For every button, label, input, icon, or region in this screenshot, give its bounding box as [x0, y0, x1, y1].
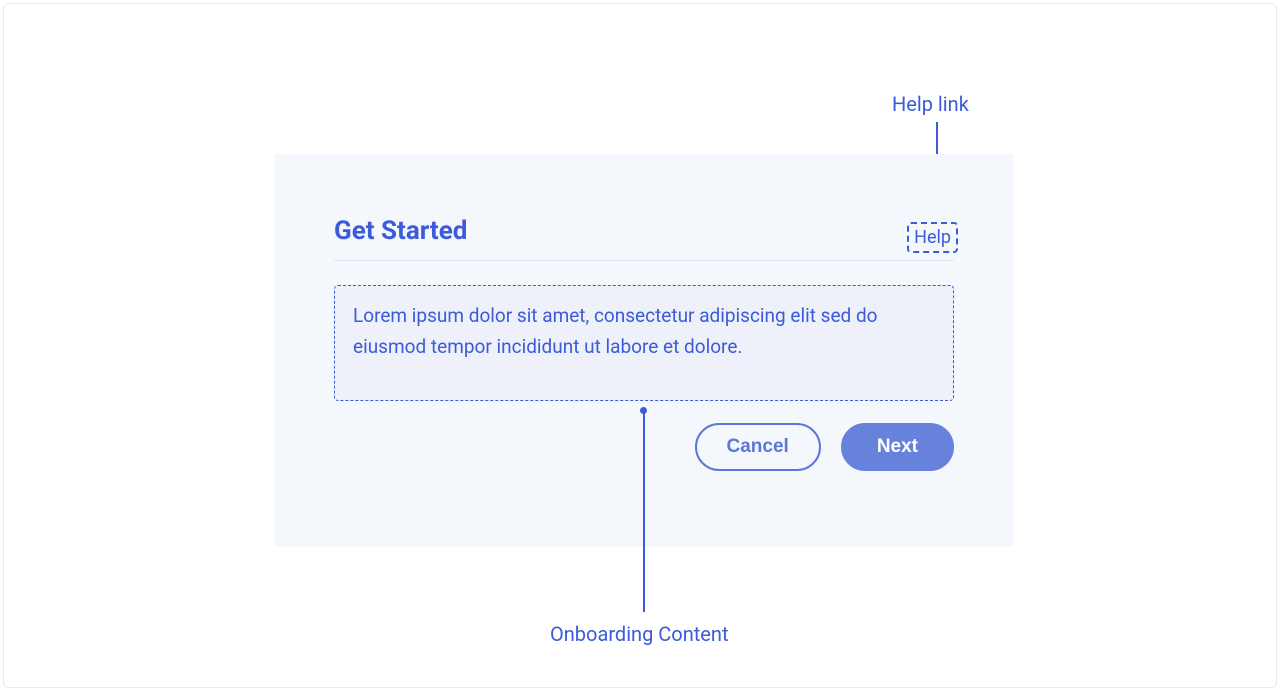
help-link[interactable]: Help: [907, 222, 958, 253]
next-button[interactable]: Next: [841, 423, 954, 471]
annotation-line-content: [643, 411, 645, 612]
annotation-dot-content: [640, 407, 647, 414]
annotation-onboarding-content: Onboarding Content: [550, 622, 729, 646]
cancel-button[interactable]: Cancel: [695, 423, 821, 471]
annotation-help-link: Help link: [892, 92, 969, 116]
onboarding-body-text: Lorem ipsum dolor sit amet, consectetur …: [353, 300, 935, 363]
canvas-frame: Help link Get Started Help Lorem ipsum d…: [3, 3, 1277, 688]
dialog-header: Get Started: [334, 216, 954, 261]
onboarding-content-region: Lorem ipsum dolor sit amet, consectetur …: [334, 285, 954, 401]
dialog-title: Get Started: [334, 216, 467, 246]
